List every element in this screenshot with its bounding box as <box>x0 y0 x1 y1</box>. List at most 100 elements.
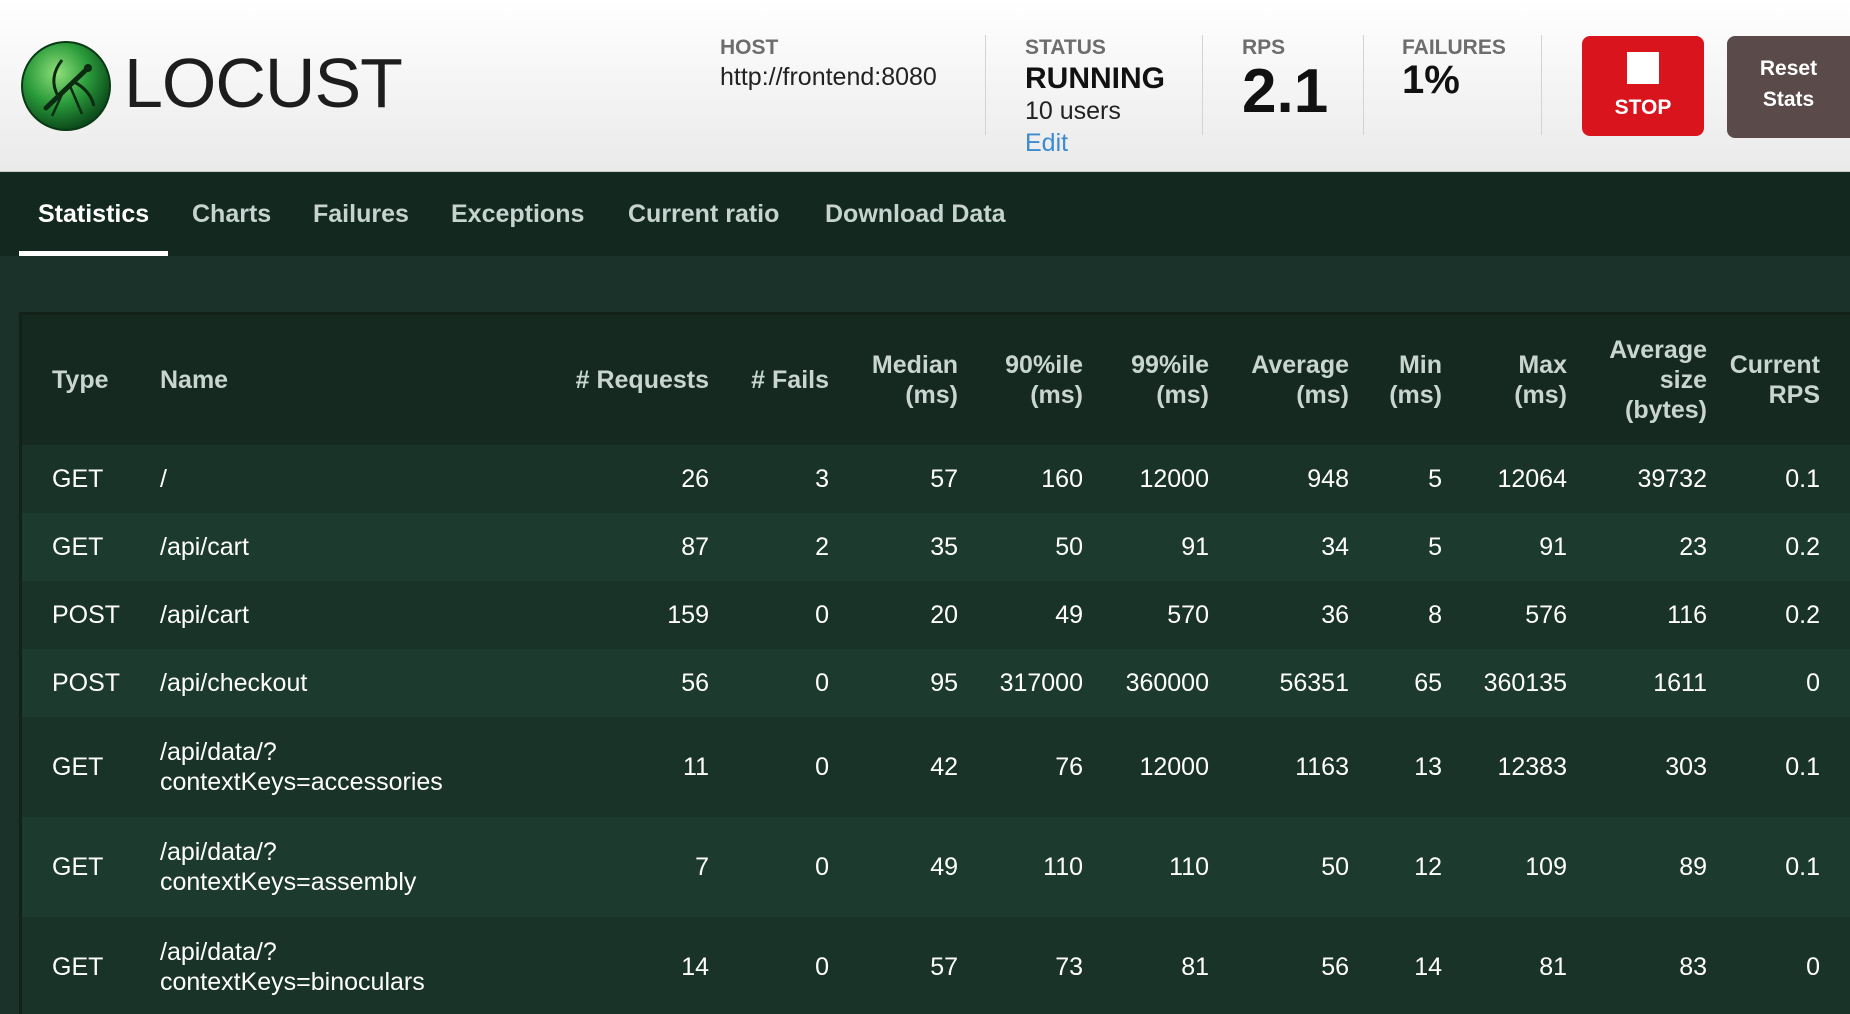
max-cell: 81 <box>1442 917 1567 1014</box>
current-rps-cell: 0.1 <box>1707 817 1850 917</box>
median-cell: 49 <box>829 817 958 917</box>
current-rps-cell: 0 <box>1707 917 1850 1014</box>
name-cell: /api/data/? contextKeys=assembly <box>160 817 524 917</box>
reset-label-line2: Stats <box>1762 88 1815 111</box>
table-row[interactable]: GET/api/data/? contextKeys=binoculars 14 0 5… <box>22 917 1850 1014</box>
p99-cell: 12000 <box>1083 445 1209 513</box>
header-divider <box>1541 35 1542 135</box>
requests-cell: 26 <box>524 445 709 513</box>
tab-current-ratio[interactable]: Current ratio <box>609 172 798 256</box>
median-cell: 57 <box>829 445 958 513</box>
column-header-median[interactable]: Median (ms) <box>829 315 958 445</box>
table-row[interactable]: GET/ 26 3 57 160 12000 948 5 12064 39732 0.1 <box>22 445 1850 513</box>
fails-cell: 0 <box>709 817 829 917</box>
name-line: / <box>160 465 167 493</box>
type-cell: POST <box>22 581 160 649</box>
min-cell: 12 <box>1349 817 1442 917</box>
p99-cell: 570 <box>1083 581 1209 649</box>
name-cell: / <box>160 445 524 513</box>
column-header-min[interactable]: Min (ms) <box>1349 315 1442 445</box>
tab-charts[interactable]: Charts <box>173 172 290 256</box>
p99-cell: 360000 <box>1083 649 1209 717</box>
stop-icon <box>1627 52 1659 84</box>
requests-cell: 56 <box>524 649 709 717</box>
p90-cell: 110 <box>958 817 1083 917</box>
min-cell: 8 <box>1349 581 1442 649</box>
edit-users-link[interactable]: Edit <box>1025 129 1165 158</box>
median-cell: 20 <box>829 581 958 649</box>
failures-stat: FAILURES 1% <box>1402 36 1506 103</box>
fails-cell: 3 <box>709 445 829 513</box>
statistics-table-container: Type Name # Requests # Fails Median (ms) … <box>19 312 1850 1014</box>
tab-download-data[interactable]: Download Data <box>806 172 1025 256</box>
column-header-type[interactable]: Type <box>22 315 160 445</box>
header-divider <box>985 35 986 135</box>
type-cell: GET <box>22 917 160 1014</box>
current-rps-cell: 0 <box>1707 649 1850 717</box>
current-rps-cell: 0.2 <box>1707 581 1850 649</box>
name-line: /api/data/? <box>160 838 277 866</box>
name-line: /api/checkout <box>160 669 308 697</box>
column-header-fails[interactable]: # Fails <box>709 315 829 445</box>
column-header-requests[interactable]: # Requests <box>524 315 709 445</box>
reset-stats-button[interactable]: Reset Stats <box>1727 36 1850 138</box>
average-cell: 36 <box>1209 581 1349 649</box>
median-cell: 35 <box>829 513 958 581</box>
table-row[interactable]: POST/api/checkout 56 0 95 317000 360000 56351 6… <box>22 649 1850 717</box>
p90-cell: 76 <box>958 717 1083 817</box>
reset-label-line1: Reset <box>1759 57 1818 80</box>
column-header-name[interactable]: Name <box>160 315 524 445</box>
current-rps-cell: 0.1 <box>1707 445 1850 513</box>
requests-cell: 7 <box>524 817 709 917</box>
stop-button[interactable]: STOP <box>1582 36 1704 136</box>
name-cell: /api/cart <box>160 581 524 649</box>
table-row[interactable]: GET/api/data/? contextKeys=accessories 11 0… <box>22 717 1850 817</box>
average-size-cell: 303 <box>1567 717 1707 817</box>
app-name: LOCUST <box>124 44 403 122</box>
max-cell: 12383 <box>1442 717 1567 817</box>
average-size-cell: 1611 <box>1567 649 1707 717</box>
header-divider <box>1202 35 1203 135</box>
statistics-table: Type Name # Requests # Fails Median (ms) … <box>22 315 1850 1014</box>
failures-label: FAILURES <box>1402 36 1506 59</box>
tab-statistics[interactable]: Statistics <box>19 172 169 256</box>
type-cell: GET <box>22 445 160 513</box>
p99-cell: 91 <box>1083 513 1209 581</box>
min-cell: 5 <box>1349 513 1442 581</box>
column-header-average-size[interactable]: Average size (bytes) <box>1567 315 1707 445</box>
median-cell: 95 <box>829 649 958 717</box>
column-header-current-rps[interactable]: Current RPS <box>1707 315 1850 445</box>
table-header-row: Type Name # Requests # Fails Median (ms) … <box>22 315 1850 445</box>
table-row[interactable]: GET/api/data/? contextKeys=assembly 7 0 49 11… <box>22 817 1850 917</box>
header-divider <box>1363 35 1364 135</box>
average-cell: 50 <box>1209 817 1349 917</box>
average-cell: 1163 <box>1209 717 1349 817</box>
column-header-p90[interactable]: 90%ile (ms) <box>958 315 1083 445</box>
status-stat: STATUS RUNNING 10 users Edit <box>1025 36 1165 158</box>
type-cell: GET <box>22 513 160 581</box>
column-header-p99[interactable]: 99%ile (ms) <box>1083 315 1209 445</box>
tab-failures[interactable]: Failures <box>294 172 428 256</box>
p90-cell: 49 <box>958 581 1083 649</box>
average-size-cell: 89 <box>1567 817 1707 917</box>
table-row[interactable]: GET/api/cart 87 2 35 50 91 34 5 91 23 0.2 <box>22 513 1850 581</box>
min-cell: 5 <box>1349 445 1442 513</box>
locust-logo-icon <box>21 41 111 131</box>
p99-cell: 12000 <box>1083 717 1209 817</box>
requests-cell: 14 <box>524 917 709 1014</box>
name-cell: /api/data/? contextKeys=accessories <box>160 717 524 817</box>
table-row[interactable]: POST/api/cart 159 0 20 49 570 36 8 576 116 0.2 <box>22 581 1850 649</box>
p90-cell: 50 <box>958 513 1083 581</box>
column-header-max[interactable]: Max (ms) <box>1442 315 1567 445</box>
tab-exceptions[interactable]: Exceptions <box>432 172 603 256</box>
average-cell: 948 <box>1209 445 1349 513</box>
name-line: /api/data/? <box>160 738 277 766</box>
rps-stat: RPS 2.1 <box>1242 36 1328 127</box>
current-rps-cell: 0.1 <box>1707 717 1850 817</box>
column-header-average[interactable]: Average (ms) <box>1209 315 1349 445</box>
max-cell: 576 <box>1442 581 1567 649</box>
name-line: contextKeys=binoculars <box>160 968 425 996</box>
max-cell: 91 <box>1442 513 1567 581</box>
max-cell: 109 <box>1442 817 1567 917</box>
stop-button-label: STOP <box>1614 96 1672 119</box>
